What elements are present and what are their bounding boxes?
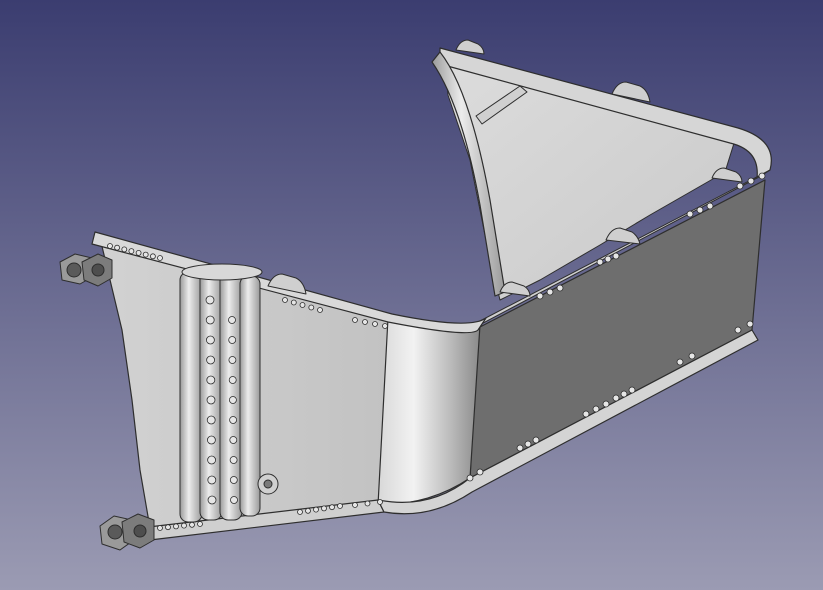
rivet: [612, 394, 620, 402]
rivet: [228, 316, 236, 324]
rivet: [157, 255, 163, 261]
3d-scene[interactable]: [0, 0, 823, 590]
rivet: [205, 295, 215, 305]
rivet: [299, 302, 306, 308]
vertical-tube-bundle[interactable]: [179, 263, 263, 523]
rivet: [372, 321, 378, 327]
rivet: [758, 172, 766, 180]
rivet: [317, 307, 323, 313]
rivet: [377, 499, 383, 505]
rivet: [207, 495, 217, 505]
rivet: [604, 255, 612, 263]
rivet: [582, 410, 590, 418]
rivet: [121, 246, 128, 253]
rivet: [181, 522, 187, 529]
rivet: [157, 525, 163, 531]
rivet: [546, 288, 554, 296]
left-panel-bracket: [257, 473, 279, 495]
rivet: [197, 521, 203, 527]
rivet: [149, 253, 156, 260]
rivet: [229, 456, 238, 464]
rivet: [228, 356, 237, 364]
vertical-tube-1[interactable]: [179, 271, 203, 523]
rivet: [305, 507, 311, 514]
rivet: [297, 509, 303, 515]
rivet: [476, 468, 484, 476]
3d-viewport[interactable]: [0, 0, 823, 590]
corner-bend[interactable]: [377, 317, 481, 506]
rivet: [592, 405, 600, 413]
rivet: [229, 476, 238, 484]
rivet: [207, 475, 217, 485]
rivet: [676, 358, 684, 366]
rivet: [362, 319, 368, 325]
rivet: [206, 415, 216, 425]
rivet: [321, 505, 327, 512]
rivet: [229, 416, 238, 424]
rivet: [165, 524, 171, 531]
rivet: [337, 503, 343, 509]
rivet: [602, 400, 610, 408]
rivet: [206, 375, 216, 385]
rivet: [135, 249, 142, 256]
rivet: [516, 444, 524, 452]
rivet: [556, 284, 564, 292]
vertical-tube-4[interactable]: [239, 275, 261, 517]
rivet: [706, 202, 714, 210]
rivet: [313, 506, 319, 513]
rivet: [228, 396, 237, 404]
rivet: [686, 210, 694, 218]
rivet: [207, 455, 217, 465]
rivet: [696, 206, 704, 214]
rivet: [466, 474, 474, 482]
vertical-tube-3[interactable]: [219, 271, 243, 521]
rivet: [107, 243, 113, 249]
rivet: [206, 435, 216, 445]
rivet: [142, 251, 149, 258]
rivet: [688, 352, 696, 360]
rivet: [173, 523, 179, 530]
rivet: [524, 440, 532, 448]
rivet: [746, 320, 754, 328]
rivet: [189, 521, 195, 528]
rivet: [747, 177, 755, 185]
rivet: [205, 335, 215, 345]
rivet: [229, 436, 238, 444]
rivet: [282, 297, 288, 303]
bolt-top-left[interactable]: [59, 253, 113, 287]
rivet: [128, 248, 135, 255]
rivet: [382, 323, 388, 329]
rivet: [205, 315, 215, 325]
rivet: [612, 252, 620, 260]
rivet: [228, 376, 237, 384]
rivet: [736, 182, 744, 190]
rivet: [352, 317, 358, 323]
tube-end-cap: [181, 263, 263, 281]
rivet: [596, 258, 604, 266]
rivet: [290, 299, 297, 306]
rivet: [308, 304, 315, 311]
rivet: [620, 390, 628, 398]
rivet: [734, 326, 742, 334]
rivet: [536, 292, 544, 300]
rivet: [329, 504, 335, 511]
rivet: [228, 336, 237, 344]
rivet: [206, 395, 216, 405]
rivet: [352, 502, 358, 508]
rivet: [230, 496, 238, 504]
rivet: [628, 386, 636, 394]
rivet: [532, 436, 540, 444]
rivet: [364, 500, 371, 507]
rivet: [114, 244, 120, 251]
rivet: [206, 355, 216, 365]
